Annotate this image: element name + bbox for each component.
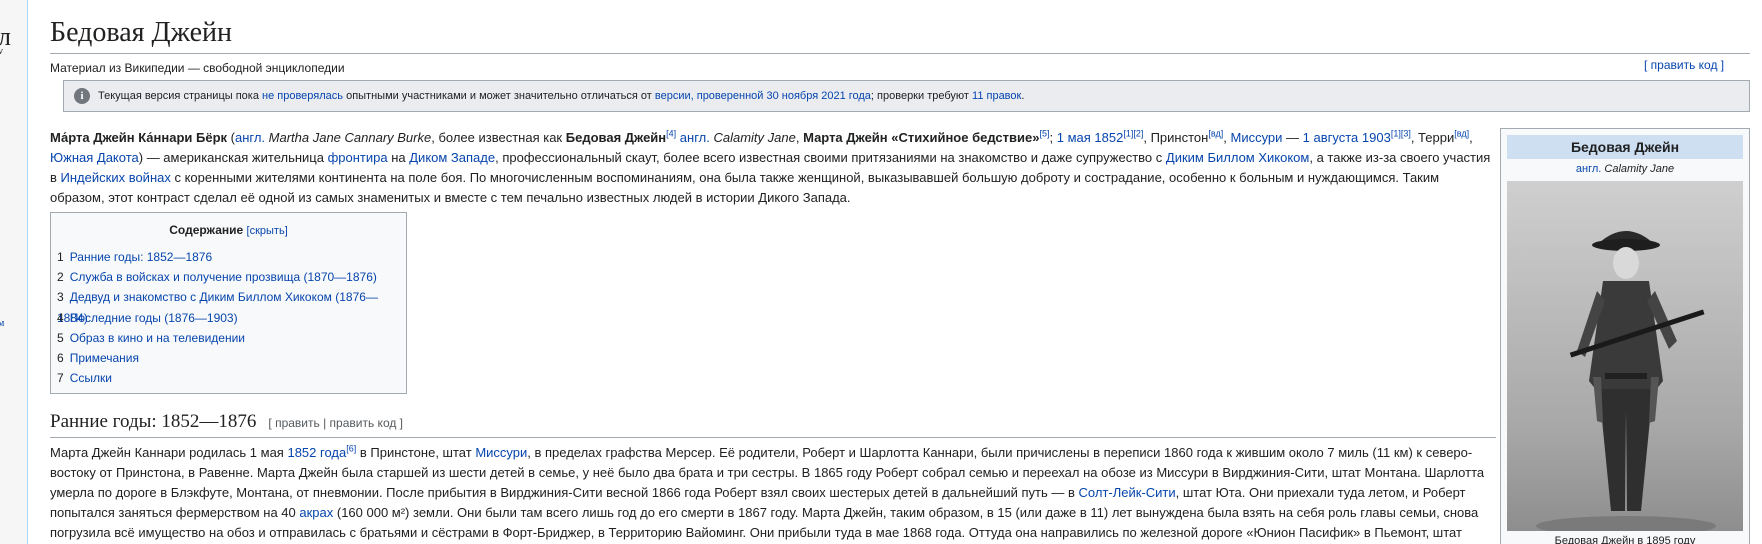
infobox-subtitle: англ. Calamity Jane [1575,163,1675,175]
toc-item[interactable]: 3 Дедвуд и знакомство с Диким Биллом Хико… [57,287,406,324]
wikidata-link[interactable]: [вд] [1208,129,1223,139]
hickok-link[interactable]: Диким Биллом Хикоком [1166,150,1309,165]
wikidata-link[interactable]: [вд] [1454,129,1469,139]
ref-link[interactable]: [1][2] [1123,129,1143,139]
toc-item[interactable]: 1 Ранние годы: 1852—1876 [57,247,406,267]
toc-hide-toggle[interactable]: [скрыть] [247,225,288,237]
lang-link[interactable]: англ. [235,130,265,145]
notice-text: Текущая версия страницы пока не проверял… [98,90,1025,102]
section-edit-links[interactable]: [ править | править код ] [268,416,403,430]
portrait-photo[interactable] [1507,181,1743,531]
toc-item[interactable]: 2 Служба в войсках и получение прозвища (… [57,267,406,287]
section-paragraph: Марта Джейн Каннари родилась 1 мая 1852 … [50,443,1485,540]
edit-code-link[interactable]: [ править код ] [1644,58,1724,72]
page-title: Бедовая Джейн [50,16,1750,54]
toc-list: 1 Ранние годы: 1852—1876 2 Служба в войска… [57,247,406,388]
toc-item[interactable]: 6 Примечания [57,348,406,368]
review-notice: i Текущая версия страницы пока не провер… [63,80,1750,112]
year-link[interactable]: 1852 года [287,445,346,460]
ref-link[interactable]: [6] [346,444,356,454]
pending-edits-link[interactable]: 11 правок [972,90,1021,102]
info-icon: i [74,88,90,104]
missouri-link[interactable]: Миссури [1230,130,1282,145]
indian-wars-link[interactable]: Индейских войнах [61,170,171,185]
salt-lake-city-link[interactable]: Солт-Лейк-Сити [1079,485,1176,500]
frontier-link[interactable]: фронтира [328,150,388,165]
sidebar-fragment: v [0,46,3,57]
lang-link[interactable]: англ. [1576,163,1601,175]
ref-link[interactable]: [4] [666,129,676,139]
missouri-link[interactable]: Миссури [475,445,527,460]
toc-item[interactable]: 4 Последние годы (1876—1903) [57,308,406,328]
article-content: Бедовая Джейн Материал из Википедии — св… [27,0,1762,544]
infobox-caption: Бедовая Джейн в 1895 году [1554,535,1696,544]
reviewed-version-link[interactable]: версии, проверенной 30 ноября 2021 года [655,90,871,102]
birth-date-link[interactable]: 1 мая 1852 [1057,130,1124,145]
lead-paragraph: Ма́рта Джейн Ка́ннари Бёрк (англ. Martha… [50,128,1491,205]
section-heading: Ранние годы: 1852—1876[ править | правит… [50,411,1496,438]
south-dakota-link[interactable]: Южная Дакота [50,150,139,165]
wild-west-link[interactable]: Диком Западе [409,150,495,165]
acres-link[interactable]: акрах [299,505,333,520]
unreviewed-link[interactable]: не проверялась [262,90,343,102]
infobox-title: Бедовая Джейн [1507,135,1743,159]
toc-item[interactable]: 7 Ссылки [57,368,406,388]
left-sidebar-strip: л v м [0,0,27,544]
table-of-contents: Содержание [скрыть] 1 Ранние годы: 1852—1… [50,212,407,394]
page-subtitle: Материал из Википедии — свободной энцикл… [50,61,345,75]
lang-link[interactable]: англ. [676,130,710,145]
toc-item[interactable]: 5 Образ в кино и на телевидении [57,328,406,348]
portrait-illustration [1536,231,1716,531]
ref-link[interactable]: [1][3] [1391,129,1411,139]
toc-title: Содержание [скрыть] [169,223,288,237]
death-date-link[interactable]: 1 августа 1903 [1303,130,1391,145]
sidebar-fragment[interactable]: м [0,318,4,329]
infobox: Бедовая Джейн англ. Calamity Jane Бедова… [1500,128,1750,544]
ref-link[interactable]: [5] [1039,129,1049,139]
